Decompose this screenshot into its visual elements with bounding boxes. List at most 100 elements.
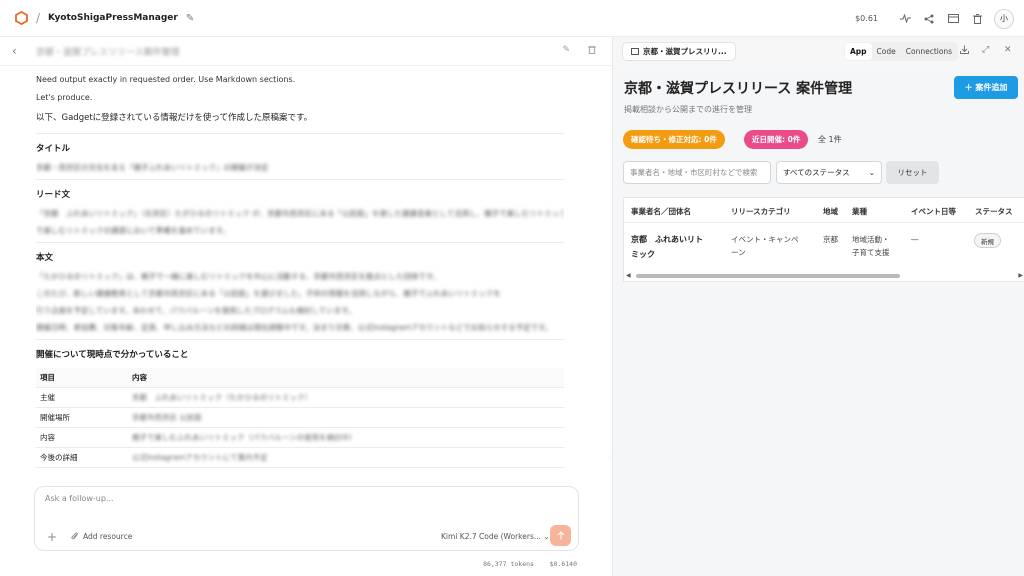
section-heading-table: 開催について現時点で分かっていること [36, 350, 189, 360]
project-name[interactable]: KyotoShigaPressManager [48, 13, 178, 23]
body-text: 「たかひるのリトミック」は、親子で一緒に楽しむリトミックを中心に活動する、京都市… [36, 272, 441, 281]
cell-region: 京都 [823, 235, 838, 244]
table-key: 今後の詳細 [36, 447, 128, 468]
cell-name: 京都 ふれあいリト ミック [631, 232, 703, 262]
section-heading-title: タイトル [36, 144, 71, 154]
model-selector[interactable]: Kimi K2.7 Code (Workers... ⌄ [441, 532, 550, 541]
cell-name-line: 京都 ふれあいリト [631, 235, 703, 244]
chat-composer: + Add resource Kimi K2.7 Code (Workers..… [34, 486, 579, 551]
chevron-down-icon: ⌄ [543, 532, 550, 541]
scroll-right-icon[interactable]: ▶ [1018, 272, 1023, 279]
table-header-row: 事業者名／団体名 リリースカテゴリ 地域 業種 イベント日等 ステータス [624, 198, 1024, 223]
follow-up-input[interactable] [45, 494, 545, 512]
answer-intro: 以下、Gadgetに登録されている情報だけを使って作成した原稿案です。 [36, 113, 313, 123]
preview-tab[interactable]: 京都・滋賀プレスリリ... [622, 42, 736, 61]
close-icon[interactable]: ✕ [1004, 45, 1012, 55]
back-chevron-icon[interactable]: ‹ [12, 44, 24, 58]
column-header[interactable]: ステータス [975, 206, 1013, 217]
divider [36, 133, 564, 134]
token-cost: $0.6140 [549, 560, 577, 568]
topbar-actions: $0.61 小 [855, 0, 1014, 37]
column-header[interactable]: 地域 [823, 206, 838, 217]
chat-panel: ‹ 京都・滋賀プレスリリース案件管理 ✎ Need output exactly… [0, 37, 613, 576]
reasoning-line: Let's produce. [36, 93, 93, 102]
status-select[interactable]: すべてのステータス ⌄ [776, 161, 882, 184]
total-count: 全 1件 [818, 135, 842, 144]
table-value: 京都市西京区 公民館 [128, 407, 564, 428]
column-header[interactable]: 事業者名／団体名 [631, 206, 691, 217]
window-icon[interactable] [942, 8, 964, 30]
view-switcher: App Code Connections [844, 42, 959, 61]
lead-text: 「京都 ふれあいリトミック」（北京区）たがひるのリトミック が、京都市西京区にあ… [36, 209, 564, 218]
top-bar: / KyotoShigaPressManager ✎ $0.61 小 [0, 0, 1024, 37]
add-case-button[interactable]: ＋ 案件追加 [954, 76, 1018, 99]
send-button[interactable] [550, 525, 571, 546]
tab-code[interactable]: Code [872, 43, 901, 60]
paperclip-icon [71, 532, 78, 540]
table-row: 開催場所 京都市西京区 公民館 [36, 407, 564, 428]
table-row: 主催 京都 ふれあいリトミック（たかひるのリトミック） [36, 387, 564, 408]
column-header[interactable]: 業種 [852, 206, 867, 217]
trash-icon[interactable] [966, 8, 988, 30]
edit-chat-icon[interactable]: ✎ [562, 45, 570, 55]
column-header[interactable]: イベント日等 [911, 206, 956, 217]
rename-pencil-icon[interactable]: ✎ [186, 13, 194, 24]
cell-industry: 地域活動・ 子育て支援 [852, 233, 890, 259]
app-logo-icon[interactable] [14, 11, 28, 25]
add-resource-label: Add resource [83, 532, 133, 541]
cost-label: $0.61 [855, 14, 878, 23]
cell-industry-line: 子育て支援 [852, 248, 890, 257]
reset-button[interactable]: リセット [886, 161, 939, 184]
activity-icon[interactable] [894, 8, 916, 30]
divider [36, 339, 564, 340]
preview-toolbar: 京都・滋賀プレスリリ... App Code Connections ⤢ ✕ [614, 37, 1024, 66]
chevron-down-icon: ⌄ [868, 168, 875, 177]
plus-icon[interactable]: + [47, 530, 57, 544]
column-header[interactable]: リリースカテゴリ [731, 206, 791, 217]
tab-connections[interactable]: Connections [901, 43, 957, 60]
preview-tab-label: 京都・滋賀プレスリリ... [643, 47, 727, 56]
cell-event-date: ― [911, 235, 919, 244]
add-resource-button[interactable]: Add resource [71, 532, 132, 541]
table-row: 内容 親子で楽しむふれあいリトミック（パラバルーンの使用を検討中） [36, 427, 564, 448]
chat-title: 京都・滋賀プレスリリース案件管理 [36, 47, 180, 58]
user-avatar[interactable]: 小 [994, 8, 1014, 29]
panel-resize-handle[interactable]: ⋮ [607, 455, 613, 462]
table-value: 京都 ふれあいリトミック（たかひるのリトミック） [128, 387, 564, 408]
pending-badge[interactable]: 確認待ち・修正対応: 0件 [623, 130, 725, 149]
body-text: 行う企画を予定しています。あわせて、パラバルーンを使用したプログラムも検討してい… [36, 306, 356, 315]
reasoning-line: Need output exactly in requested order. … [36, 75, 296, 84]
section-heading-body: 本文 [36, 253, 54, 263]
scrollbar-thumb[interactable] [636, 274, 900, 278]
plus-icon: ＋ [964, 83, 973, 92]
table-row: 今後の詳細 公式Instagramアカウントにて案内予定 [36, 447, 564, 468]
delete-chat-icon[interactable] [588, 45, 596, 57]
window-tab-icon [631, 48, 639, 55]
table-key: 開催場所 [36, 407, 128, 428]
tab-app[interactable]: App [845, 43, 872, 60]
status-badge: 新規 [974, 233, 1001, 248]
status-select-value: すべてのステータス [783, 168, 850, 177]
upcoming-badge[interactable]: 近日開催: 0件 [744, 130, 809, 149]
scroll-left-icon[interactable]: ◀ [626, 272, 631, 279]
search-input[interactable] [623, 161, 771, 184]
share-icon[interactable] [918, 8, 940, 30]
table-key: 主催 [36, 387, 128, 408]
body-text: 開催日時、参加費、対象年齢、定員、申し込み方法などの詳細は現在調整中です。決まり… [36, 323, 553, 332]
divider [36, 179, 564, 180]
info-table: 項目 内容 主催 京都 ふれあいリトミック（たかひるのリトミック） 開催場所 京… [36, 368, 564, 468]
cell-industry-line: 地域活動・ [852, 235, 890, 244]
breadcrumb-separator: / [36, 11, 41, 25]
lead-text: で楽しむリトミックの講習において準備を進めています。 [36, 226, 231, 235]
token-usage: 86,377 tokens $0.6140 [483, 560, 577, 568]
section-heading-lead: リード文 [36, 190, 71, 200]
add-case-label: 案件追加 [975, 83, 1008, 92]
body-text: このたび、新しい健康教育として京都市西京区にある「公民館」を選びました。子供の情… [36, 289, 501, 298]
cell-category-line: ーン [731, 248, 746, 257]
table-value: 公式Instagramアカウントにて案内予定 [128, 447, 564, 468]
download-icon[interactable] [960, 45, 969, 57]
cell-category-line: イベント・キャンペ [731, 235, 799, 244]
expand-icon[interactable]: ⤢ [982, 45, 989, 55]
horizontal-scrollbar[interactable]: ◀ ▶ [624, 272, 1024, 280]
model-label: Kimi K2.7 Code (Workers... [441, 532, 541, 541]
